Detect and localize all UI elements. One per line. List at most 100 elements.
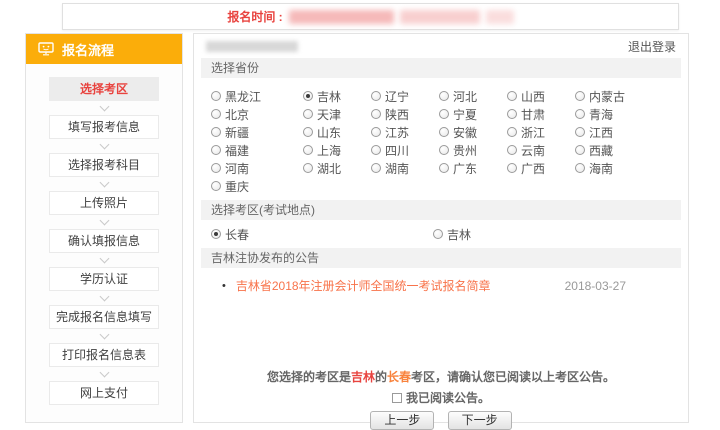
sidebar-step-6[interactable]: 学历认证 bbox=[49, 267, 159, 291]
province-option-20[interactable]: 上海 bbox=[303, 144, 371, 156]
sidebar-steps: 选择考区填写报考信息选择报考科目上传照片确认填报信息学历认证完成报名信息填写打印… bbox=[26, 64, 182, 405]
province-option-27[interactable]: 湖南 bbox=[371, 162, 439, 174]
chevron-down-icon bbox=[99, 368, 109, 378]
logout-link[interactable]: 退出登录 bbox=[628, 38, 676, 55]
exam-area-label: 长春 bbox=[225, 226, 249, 243]
selected-province-highlight: 吉林 bbox=[351, 370, 375, 384]
exam-area-option-2[interactable]: 吉林 bbox=[433, 228, 671, 240]
chevron-down-icon bbox=[99, 254, 109, 264]
radio-icon bbox=[303, 109, 313, 119]
radio-icon bbox=[507, 91, 517, 101]
radio-icon bbox=[507, 127, 517, 137]
sidebar-step-7[interactable]: 完成报名信息填写 bbox=[49, 305, 159, 329]
province-option-13[interactable]: 新疆 bbox=[211, 126, 303, 138]
sidebar-step-1[interactable]: 选择考区 bbox=[49, 77, 159, 101]
province-option-11[interactable]: 甘肃 bbox=[507, 108, 575, 120]
sidebar-step-4[interactable]: 上传照片 bbox=[49, 191, 159, 215]
province-label: 甘肃 bbox=[521, 106, 545, 123]
area-section-title: 选择考区(考试地点) bbox=[201, 200, 681, 220]
radio-icon bbox=[303, 127, 313, 137]
province-option-23[interactable]: 云南 bbox=[507, 144, 575, 156]
radio-icon bbox=[439, 127, 449, 137]
radio-icon bbox=[575, 127, 585, 137]
province-option-28[interactable]: 广东 bbox=[439, 162, 507, 174]
province-option-24[interactable]: 西藏 bbox=[575, 144, 643, 156]
province-option-17[interactable]: 浙江 bbox=[507, 126, 575, 138]
radio-icon bbox=[303, 91, 313, 101]
radio-icon bbox=[371, 145, 381, 155]
province-option-7[interactable]: 北京 bbox=[211, 108, 303, 120]
confirm-suffix: 考区，请确认您已阅读以上考区公告。 bbox=[411, 370, 615, 384]
province-option-12[interactable]: 青海 bbox=[575, 108, 643, 120]
next-step-button[interactable]: 下一步 bbox=[448, 411, 512, 430]
province-option-16[interactable]: 安徽 bbox=[439, 126, 507, 138]
province-option-1[interactable]: 黑龙江 bbox=[211, 90, 303, 102]
province-option-5[interactable]: 山西 bbox=[507, 90, 575, 102]
sidebar-step-9[interactable]: 网上支付 bbox=[49, 381, 159, 405]
province-label: 广东 bbox=[453, 160, 477, 177]
redacted-registration-dates bbox=[289, 10, 394, 24]
province-label: 重庆 bbox=[225, 178, 249, 195]
province-label: 江苏 bbox=[385, 124, 409, 141]
province-option-8[interactable]: 天津 bbox=[303, 108, 371, 120]
province-option-19[interactable]: 福建 bbox=[211, 144, 303, 156]
registration-time-label: 报名时间 : bbox=[227, 8, 282, 25]
radio-icon bbox=[371, 163, 381, 173]
province-label: 江西 bbox=[589, 124, 613, 141]
province-option-18[interactable]: 江西 bbox=[575, 126, 643, 138]
province-option-6[interactable]: 内蒙古 bbox=[575, 90, 643, 102]
sidebar-title: 报名流程 bbox=[62, 40, 114, 59]
province-label: 新疆 bbox=[225, 124, 249, 141]
province-option-30[interactable]: 海南 bbox=[575, 162, 643, 174]
province-option-22[interactable]: 贵州 bbox=[439, 144, 507, 156]
province-label: 福建 bbox=[225, 142, 249, 159]
main-panel: 退出登录 选择省份 黑龙江吉林辽宁河北山西内蒙古北京天津陕西宁夏甘肃青海新疆山东… bbox=[193, 33, 689, 423]
registration-time-bar: 报名时间 : bbox=[62, 3, 679, 30]
province-option-15[interactable]: 江苏 bbox=[371, 126, 439, 138]
radio-icon bbox=[439, 163, 449, 173]
province-option-21[interactable]: 四川 bbox=[371, 144, 439, 156]
province-label: 浙江 bbox=[521, 124, 545, 141]
exam-area-option-1[interactable]: 长春 bbox=[211, 228, 433, 240]
checkbox-icon[interactable] bbox=[392, 393, 402, 403]
province-option-2[interactable]: 吉林 bbox=[303, 90, 371, 102]
province-label: 上海 bbox=[317, 142, 341, 159]
chevron-down-icon bbox=[99, 178, 109, 188]
radio-icon bbox=[211, 229, 221, 239]
notice-item-1: •吉林省2018年注册会计师全国统一考试报名简章2018-03-27 bbox=[222, 280, 626, 292]
province-option-14[interactable]: 山东 bbox=[303, 126, 371, 138]
sidebar-step-2[interactable]: 填写报考信息 bbox=[49, 115, 159, 139]
radio-icon bbox=[211, 145, 221, 155]
radio-icon bbox=[211, 127, 221, 137]
chevron-down-icon bbox=[99, 330, 109, 340]
province-option-4[interactable]: 河北 bbox=[439, 90, 507, 102]
radio-icon bbox=[575, 91, 585, 101]
confirm-prefix: 您选择的考区是 bbox=[267, 370, 351, 384]
radio-icon bbox=[575, 163, 585, 173]
province-option-31[interactable]: 重庆 bbox=[211, 180, 303, 192]
chevron-down-icon bbox=[99, 102, 109, 112]
province-option-3[interactable]: 辽宁 bbox=[371, 90, 439, 102]
radio-icon bbox=[439, 145, 449, 155]
notice-link[interactable]: 吉林省2018年注册会计师全国统一考试报名简章 bbox=[236, 280, 565, 292]
radio-icon bbox=[211, 91, 221, 101]
province-option-26[interactable]: 湖北 bbox=[303, 162, 371, 174]
chevron-down-icon bbox=[99, 292, 109, 302]
sidebar-step-8[interactable]: 打印报名信息表 bbox=[49, 343, 159, 367]
radio-icon bbox=[211, 181, 221, 191]
province-option-29[interactable]: 广西 bbox=[507, 162, 575, 174]
province-option-10[interactable]: 宁夏 bbox=[439, 108, 507, 120]
radio-icon bbox=[371, 127, 381, 137]
sidebar-step-5[interactable]: 确认填报信息 bbox=[49, 229, 159, 253]
prev-step-button[interactable]: 上一步 bbox=[370, 411, 434, 430]
sidebar-step-3[interactable]: 选择报考科目 bbox=[49, 153, 159, 177]
agree-checkbox-row[interactable]: 我已阅读公告。 bbox=[392, 389, 490, 406]
radio-icon bbox=[507, 163, 517, 173]
area-grid: 长春 吉林 bbox=[201, 228, 681, 240]
province-label: 河南 bbox=[225, 160, 249, 177]
radio-icon bbox=[507, 109, 517, 119]
chevron-down-icon bbox=[99, 216, 109, 226]
province-option-9[interactable]: 陕西 bbox=[371, 108, 439, 120]
agree-label: 我已阅读公告。 bbox=[406, 389, 490, 406]
province-option-25[interactable]: 河南 bbox=[211, 162, 303, 174]
